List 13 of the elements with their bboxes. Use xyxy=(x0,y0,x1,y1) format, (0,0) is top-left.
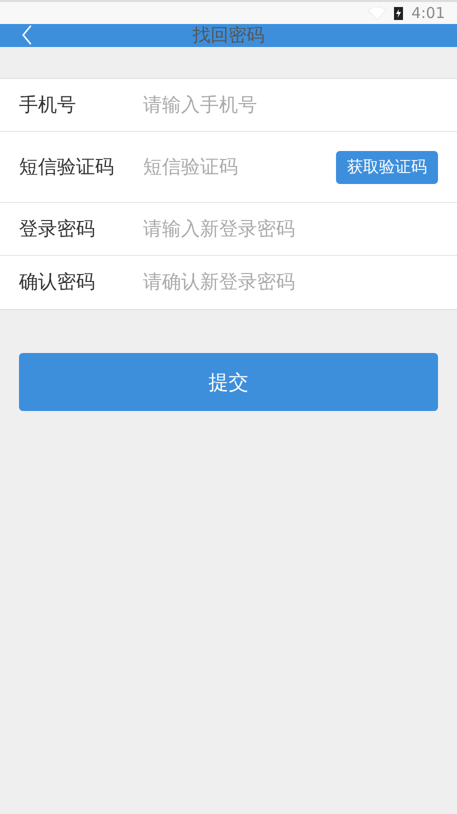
field-label: 短信验证码 xyxy=(19,154,115,180)
field-label: 手机号 xyxy=(19,92,77,118)
status-time: 4:01 xyxy=(411,2,445,24)
page-title: 找回密码 xyxy=(192,24,264,47)
input-field[interactable]: 请输入新登录密码 xyxy=(143,214,438,244)
submit-button[interactable]: 提交 xyxy=(19,353,438,411)
field-label: 确认密码 xyxy=(19,270,96,296)
battery-icon xyxy=(394,6,404,20)
field-label: 登录密码 xyxy=(19,216,96,242)
get-code-button[interactable]: 获取验证码 xyxy=(336,150,438,184)
input-field[interactable]: 请输入手机号 xyxy=(143,90,438,120)
input-field[interactable]: 短信验证码 xyxy=(143,152,336,182)
input-field[interactable]: 请确认新登录密码 xyxy=(143,268,438,297)
